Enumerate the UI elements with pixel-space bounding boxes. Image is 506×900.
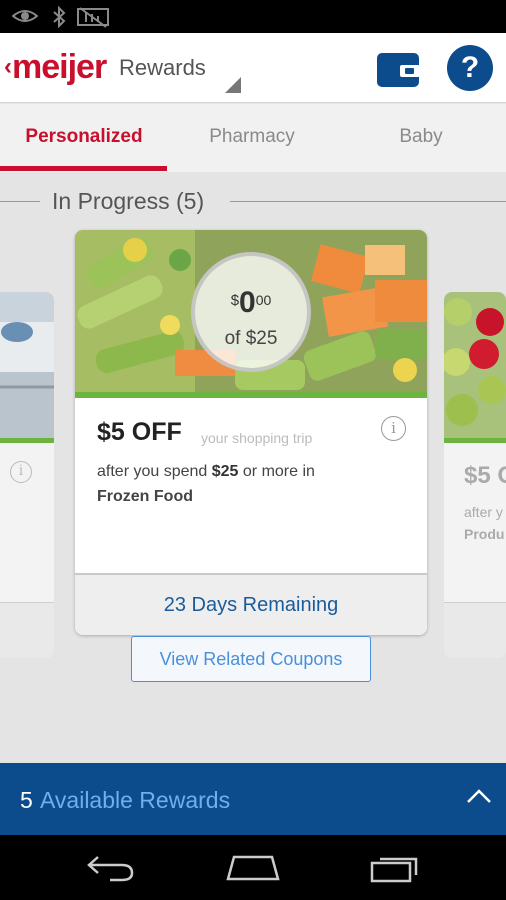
dropdown-caret-icon[interactable] bbox=[224, 76, 242, 94]
reward-card-frozen-food[interactable]: $000 of $25 $5 OFF your shopping trip i … bbox=[75, 230, 427, 635]
system-nav-bar bbox=[0, 835, 506, 900]
chevron-up-icon[interactable] bbox=[466, 787, 492, 805]
eye-icon bbox=[12, 10, 38, 22]
card-footer bbox=[0, 602, 54, 658]
home-icon[interactable] bbox=[226, 853, 280, 883]
offer-subtitle: your shopping trip bbox=[201, 430, 313, 446]
card-footer bbox=[444, 602, 506, 658]
rewards-label: Available Rewards bbox=[40, 787, 231, 813]
help-icon[interactable]: ? bbox=[447, 45, 493, 91]
shopping-cart-image bbox=[0, 292, 54, 438]
tab-bar: Personalized Pharmacy Baby bbox=[0, 104, 506, 172]
status-bar bbox=[0, 0, 506, 33]
offer-category: Frozen Food bbox=[97, 488, 193, 505]
info-icon[interactable]: i bbox=[381, 416, 406, 441]
progress-target: of $25 bbox=[224, 328, 278, 349]
offer-category: Produ bbox=[464, 526, 505, 542]
wallet-icon[interactable] bbox=[376, 52, 420, 88]
back-icon[interactable] bbox=[86, 853, 136, 883]
progress-strip bbox=[0, 438, 54, 443]
page-title[interactable]: Rewards bbox=[119, 55, 206, 81]
offer-amount: $5 O bbox=[464, 462, 506, 489]
app-header: ‹ meijer Rewards ? bbox=[0, 33, 506, 103]
progress-amount: $000 bbox=[230, 286, 272, 319]
view-related-coupons-button[interactable]: View Related Coupons bbox=[131, 636, 371, 682]
tab-personalized[interactable]: Personalized bbox=[0, 104, 168, 172]
logo-text: meijer bbox=[12, 48, 107, 86]
offer-title: $5 OFF bbox=[97, 418, 182, 446]
progress-strip bbox=[444, 438, 506, 443]
offer-description: after y bbox=[464, 504, 503, 520]
meijer-logo[interactable]: ‹ meijer bbox=[4, 47, 107, 87]
no-signal-icon bbox=[77, 7, 109, 28]
tab-pharmacy[interactable]: Pharmacy bbox=[168, 104, 336, 172]
reward-card-left[interactable]: i bbox=[0, 292, 54, 658]
available-rewards-bar[interactable]: 5 Available Rewards bbox=[0, 763, 506, 835]
reward-card-right[interactable]: $5 O after y Produ bbox=[444, 292, 506, 658]
section-divider bbox=[230, 201, 506, 202]
produce-image bbox=[444, 292, 506, 438]
section-title: In Progress (5) bbox=[52, 188, 205, 214]
offer-description: after you spend $25 or more in bbox=[97, 463, 315, 480]
back-chevron-icon: ‹ bbox=[4, 53, 12, 80]
progress-strip bbox=[75, 392, 427, 398]
rewards-count: 5 bbox=[20, 787, 33, 813]
bluetooth-icon bbox=[53, 6, 66, 28]
active-tab-indicator bbox=[0, 166, 167, 171]
recent-apps-icon[interactable] bbox=[368, 853, 420, 883]
tab-baby[interactable]: Baby bbox=[337, 104, 505, 172]
info-icon[interactable]: i bbox=[10, 461, 32, 483]
progress-ring: $000 of $25 bbox=[191, 252, 311, 372]
section-divider bbox=[0, 201, 40, 202]
days-remaining: 23 Days Remaining bbox=[75, 573, 427, 635]
